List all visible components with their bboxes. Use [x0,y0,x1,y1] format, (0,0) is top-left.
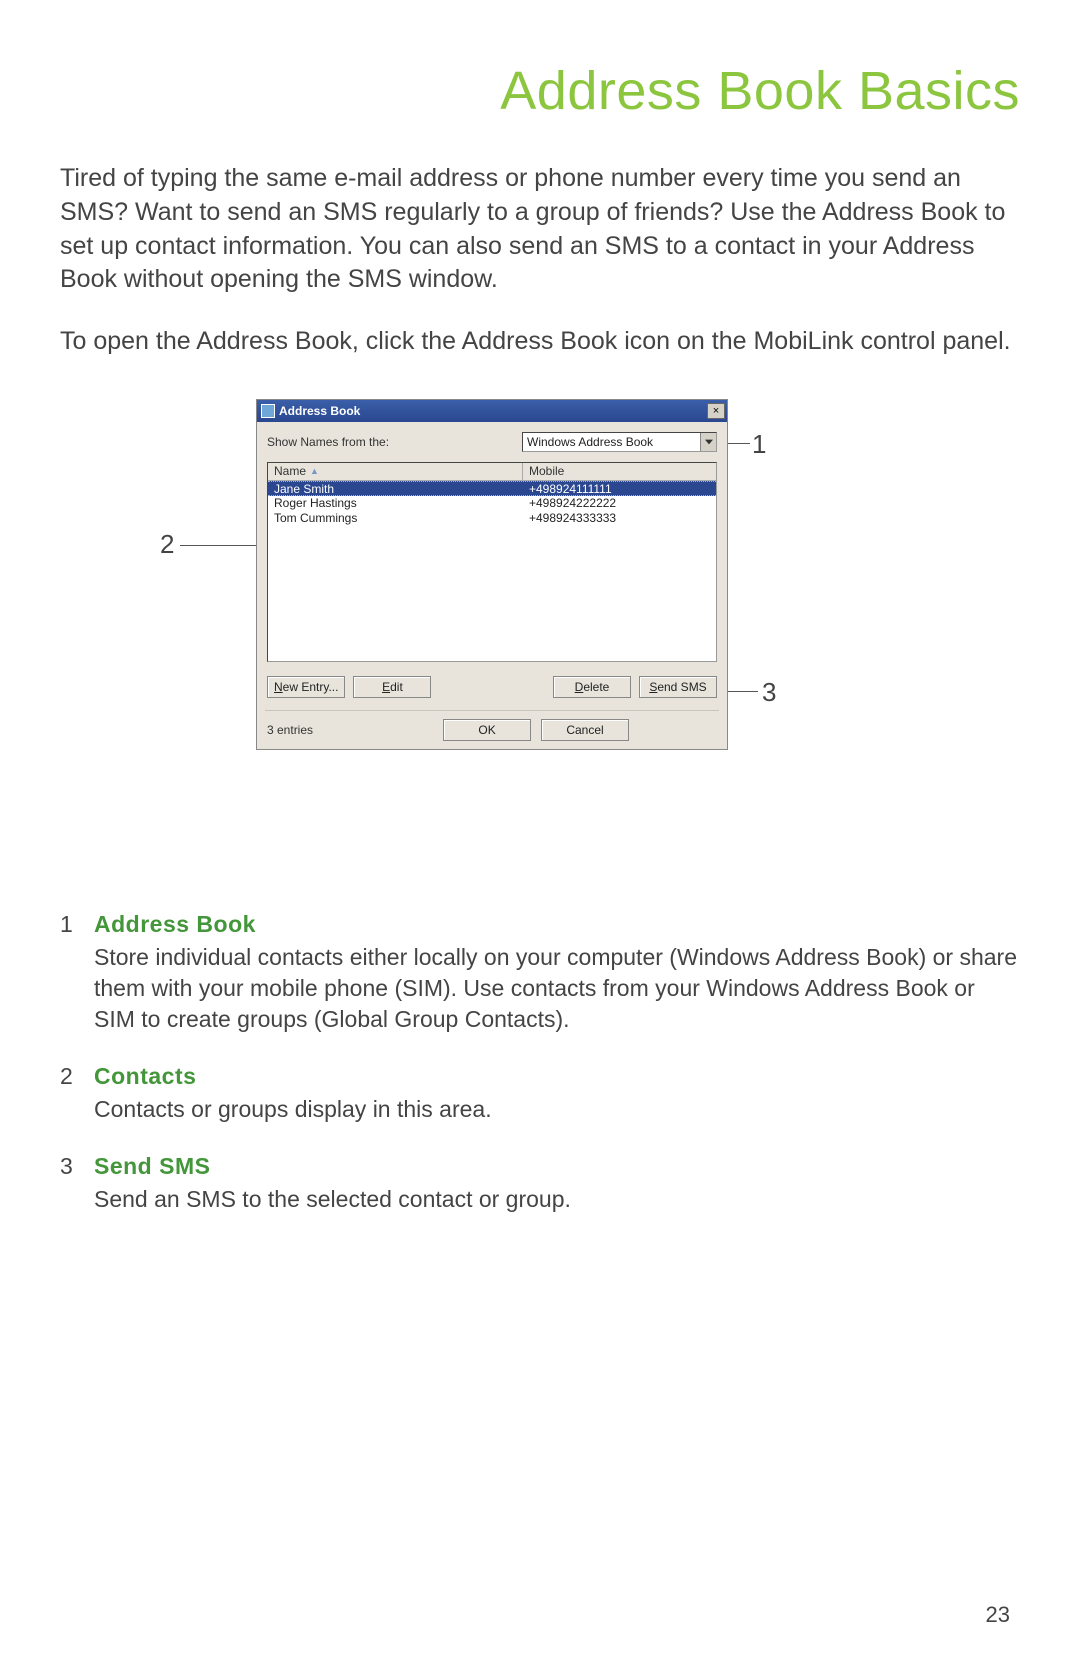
cancel-button[interactable]: Cancel [541,719,629,741]
intro-paragraph: Tired of typing the same e-mail address … [60,162,1020,297]
show-names-label: Show Names from the: [267,435,522,449]
contact-mobile: +498924333333 [523,511,716,526]
legend-description: Send an SMS to the selected contact or g… [94,1184,1020,1215]
legend-heading: Contacts [94,1061,1020,1092]
callout-2-line [180,545,258,546]
close-icon[interactable]: × [707,403,725,419]
entry-count: 3 entries [267,723,313,737]
legend-item: 3 Send SMS Send an SMS to the selected c… [60,1151,1020,1215]
address-book-dialog: Address Book × Show Names from the: Wind… [256,399,728,750]
callout-3: 3 [762,677,776,708]
legend-number: 2 [60,1061,94,1125]
list-item[interactable]: Tom Cummings +498924333333 [268,511,716,526]
address-book-source-dropdown[interactable]: Windows Address Book [522,432,717,452]
contact-name: Tom Cummings [268,511,523,526]
dialog-titlebar: Address Book × [257,400,727,422]
contact-mobile: +498924111111 [523,482,716,495]
edit-button[interactable]: Edit [353,676,431,698]
figure-area: 1 2 3 Address Book × Show Names from the… [60,399,1020,829]
legend: 1 Address Book Store individual contacts… [60,909,1020,1215]
page-number: 23 [986,1602,1010,1628]
dialog-title: Address Book [279,404,707,418]
contacts-list[interactable]: Name▲ Mobile Jane Smith +498924111111 Ro… [267,462,717,662]
app-icon [261,404,275,418]
chevron-down-icon [700,433,716,451]
legend-heading: Send SMS [94,1151,1020,1182]
list-item[interactable]: Roger Hastings +498924222222 [268,496,716,511]
ok-button[interactable]: OK [443,719,531,741]
contact-mobile: +498924222222 [523,496,716,511]
legend-heading: Address Book [94,909,1020,940]
callout-2: 2 [160,529,174,560]
contact-name: Roger Hastings [268,496,523,511]
legend-number: 1 [60,909,94,1035]
dropdown-value: Windows Address Book [527,435,653,449]
legend-number: 3 [60,1151,94,1215]
legend-description: Store individual contacts either locally… [94,942,1020,1035]
callout-1: 1 [752,429,766,460]
delete-button[interactable]: Delete [553,676,631,698]
column-header-name[interactable]: Name▲ [268,463,523,480]
new-entry-button[interactable]: New Entry... [267,676,345,698]
send-sms-button[interactable]: Send SMS [639,676,717,698]
contact-name: Jane Smith [268,482,523,495]
legend-item: 2 Contacts Contacts or groups display in… [60,1061,1020,1125]
list-item[interactable]: Jane Smith +498924111111 [268,481,716,496]
sort-asc-icon: ▲ [310,466,319,476]
legend-description: Contacts or groups display in this area. [94,1094,1020,1125]
legend-item: 1 Address Book Store individual contacts… [60,909,1020,1035]
column-header-mobile[interactable]: Mobile [523,463,716,480]
page-title: Address Book Basics [60,60,1020,122]
subintro-paragraph: To open the Address Book, click the Addr… [60,325,1020,359]
